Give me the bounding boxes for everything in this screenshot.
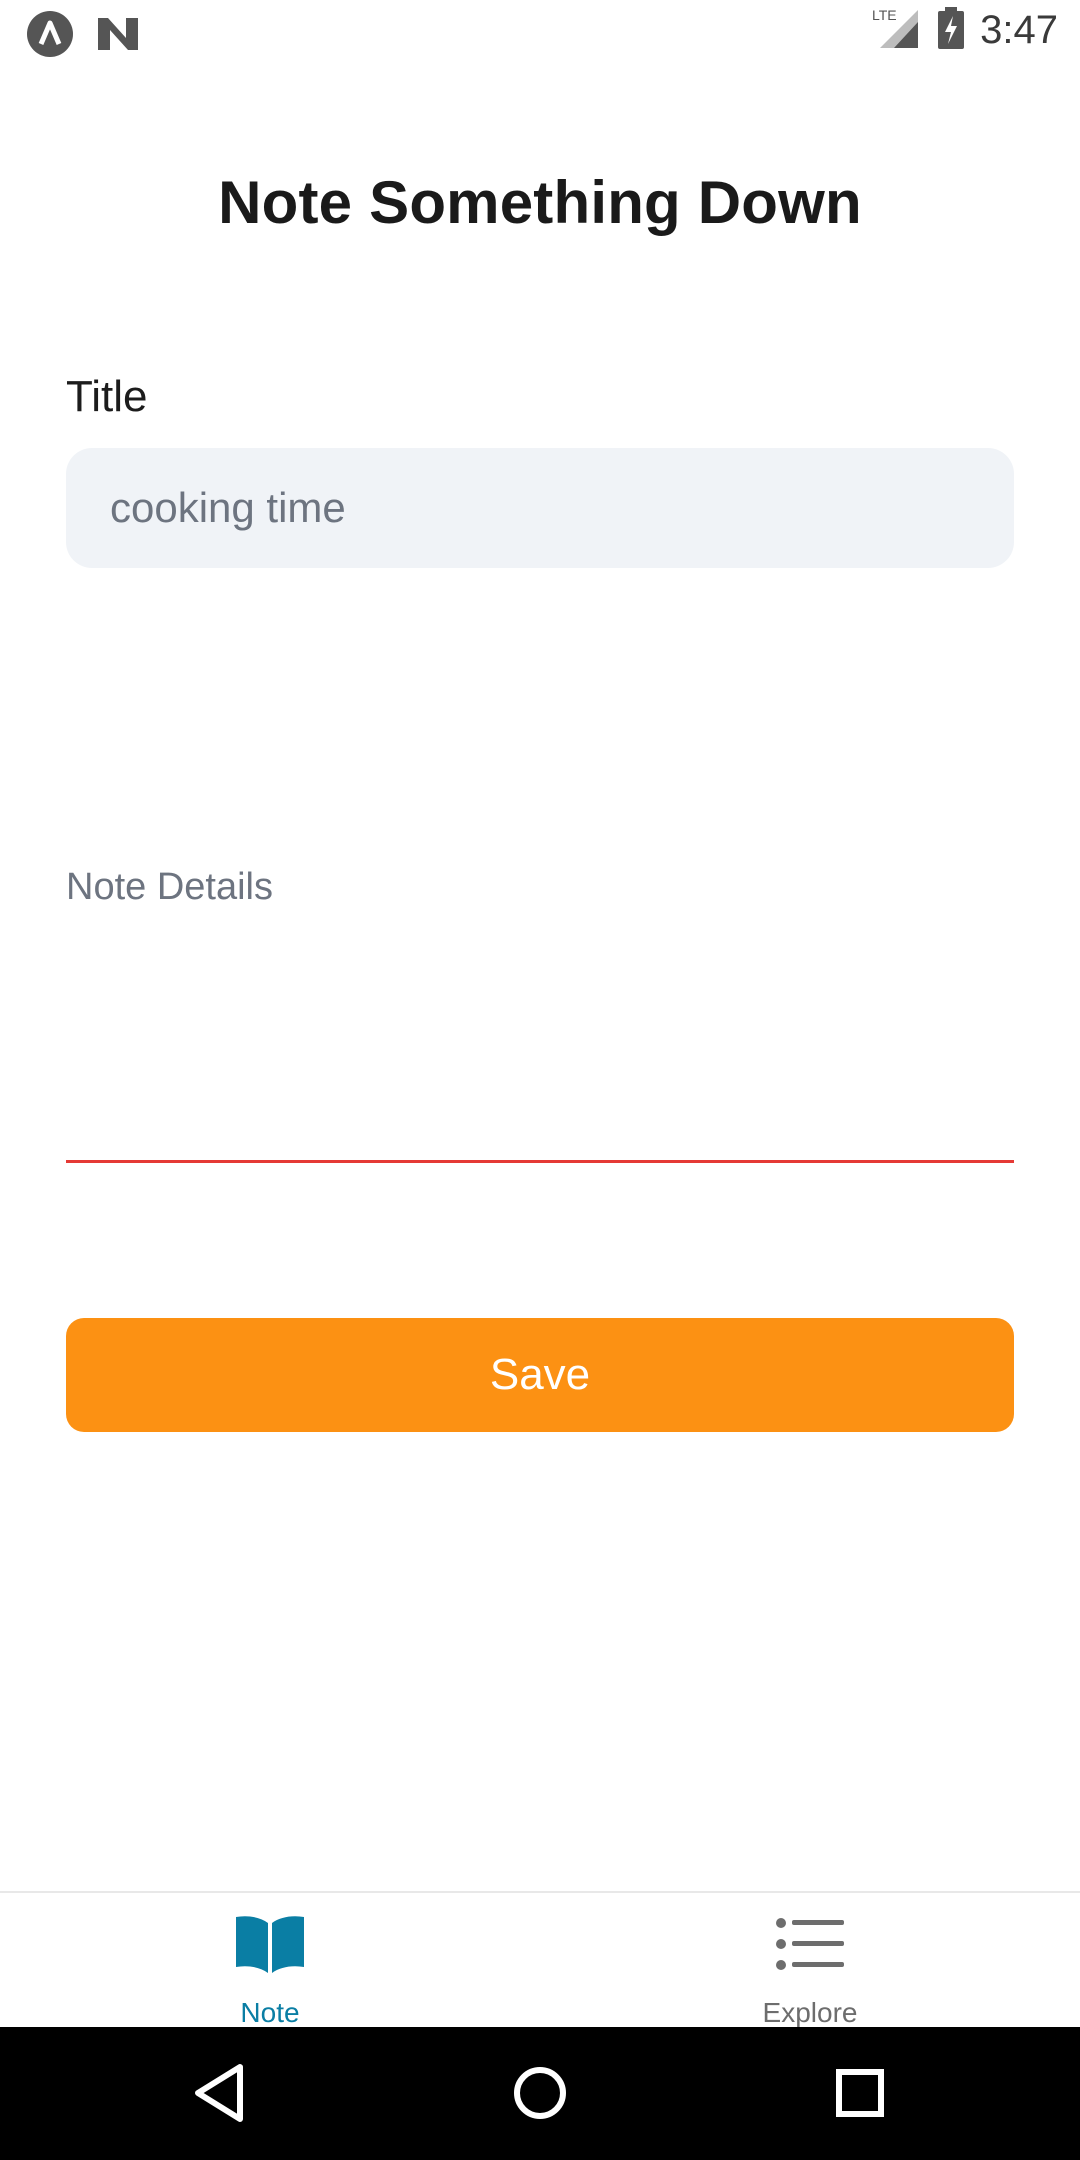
title-label: Title [66,372,148,421]
navigation-bar [0,2027,1080,2160]
title-input-value: cooking time [110,484,346,531]
title-input[interactable]: cooking time [66,448,1014,568]
tab-note-label: Note [240,1997,300,2028]
screen: LTE 3:47 Note Something Down Title cooki… [0,0,1080,2160]
open-book-icon [232,1913,308,1982]
signal-icon: LTE [872,6,922,55]
app-icon-n [96,14,140,59]
status-time: 3:47 [980,8,1058,52]
recents-icon[interactable] [824,2057,896,2129]
home-icon[interactable] [504,2057,576,2129]
status-left-icons [26,10,140,63]
tab-note[interactable]: Note [0,1893,540,2029]
app-icon-a [26,10,74,63]
back-icon[interactable] [186,2057,258,2129]
bottom-tab-bar: Note Explore [0,1891,1080,2029]
note-details-underline [66,1160,1014,1163]
battery-charging-icon [936,6,966,55]
status-bar: LTE 3:47 [0,0,1080,66]
tab-explore[interactable]: Explore [540,1893,1080,2029]
note-details-label[interactable]: Note Details [66,866,273,909]
tab-explore-label: Explore [762,1997,858,2028]
status-right-icons: LTE 3:47 [872,6,1058,55]
list-icon [776,1917,844,1976]
svg-text:LTE: LTE [872,7,897,23]
page-title: Note Something Down [218,169,862,236]
save-button-label: Save [489,1350,591,1399]
save-button[interactable]: Save [66,1318,1014,1432]
